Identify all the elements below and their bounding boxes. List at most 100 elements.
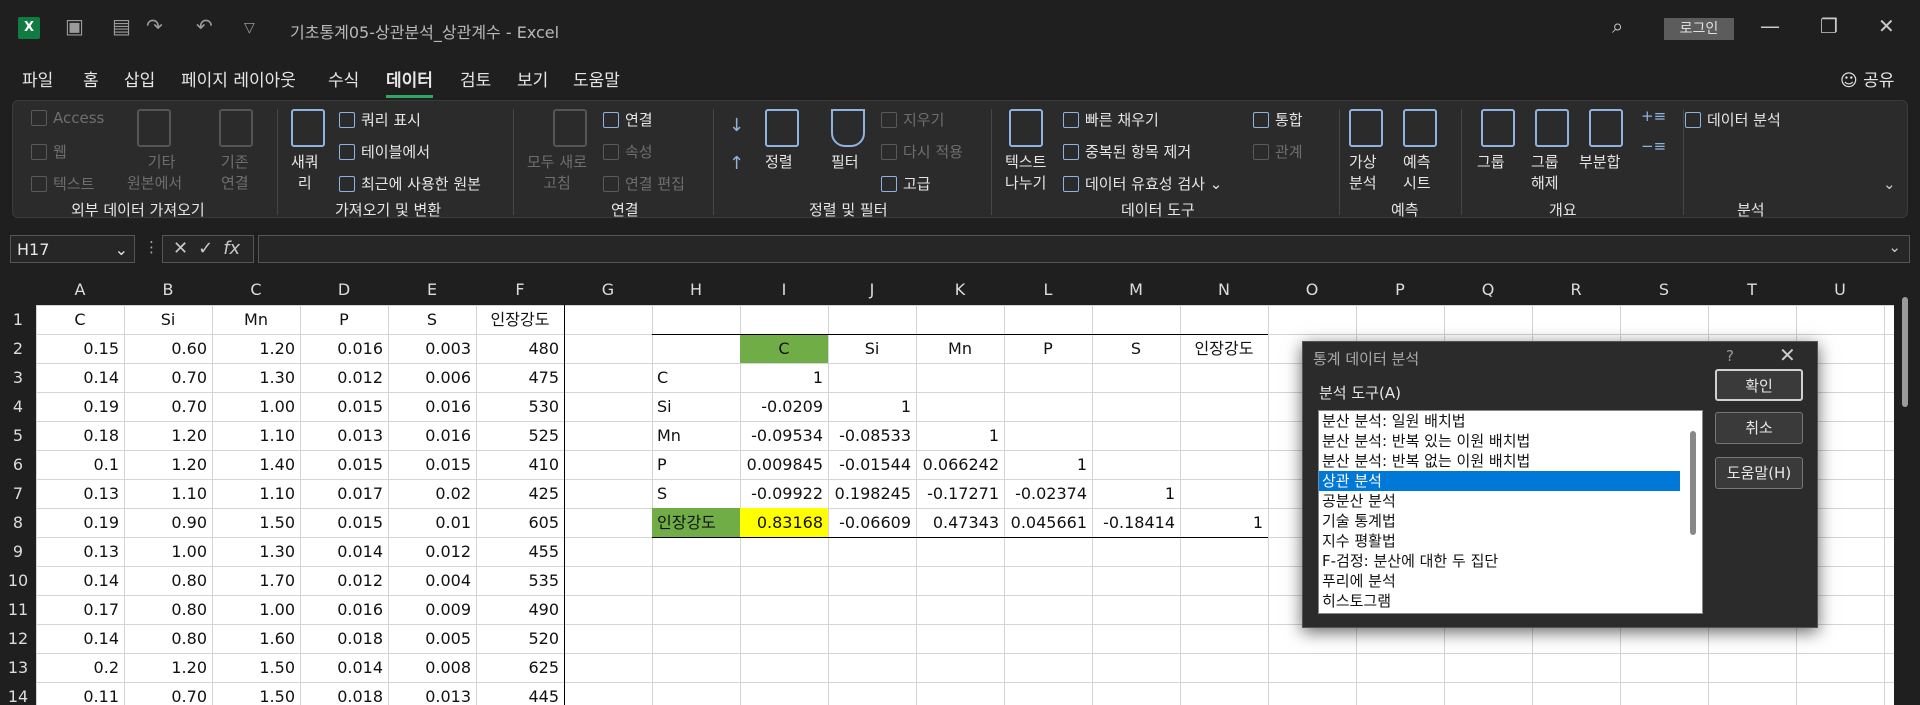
table-cell[interactable]: 1.20 (124, 450, 212, 479)
reapply-button[interactable]: 다시 적용 (881, 141, 963, 162)
row-header[interactable]: 3 (0, 363, 36, 392)
table-cell[interactable]: 1.30 (212, 537, 300, 566)
table-cell[interactable]: 0.017 (300, 479, 388, 508)
table-cell[interactable]: 0.11 (36, 682, 124, 705)
consolidate-button[interactable]: 통합 (1253, 109, 1303, 130)
column-header[interactable]: S (1620, 275, 1708, 305)
minimize-icon[interactable]: — (1760, 14, 1780, 38)
table-cell[interactable]: 455 (476, 537, 564, 566)
corr-cell[interactable]: -0.17271 (916, 479, 1004, 508)
column-header[interactable]: B (124, 275, 212, 305)
show-query-button[interactable]: 쿼리 표시 (339, 109, 421, 130)
tab-home[interactable]: 홈 (83, 66, 99, 91)
ok-button[interactable]: 확인 (1715, 369, 1803, 401)
dialog-help-icon[interactable]: ? (1726, 347, 1734, 365)
analysis-tool-item[interactable]: F-검정: 분산에 대한 두 집단 (1319, 551, 1680, 571)
table-cell[interactable]: 0.006 (388, 363, 476, 392)
row-header[interactable]: 6 (0, 450, 36, 479)
row-header[interactable]: 8 (0, 508, 36, 537)
corr-row-label[interactable]: P (652, 450, 740, 479)
table-cell[interactable]: 425 (476, 479, 564, 508)
corr-corner[interactable] (652, 334, 740, 363)
relationships-button[interactable]: 관계 (1253, 141, 1303, 162)
analysis-tool-item[interactable]: 히스토그램 (1319, 591, 1680, 611)
table-cell[interactable]: 0.018 (300, 682, 388, 705)
data-analysis-button[interactable]: 데이터 분석 (1685, 109, 1781, 130)
row-header[interactable]: 12 (0, 624, 36, 653)
web-button[interactable]: 웹 (31, 141, 67, 162)
column-header[interactable]: R (1532, 275, 1620, 305)
table-cell[interactable]: 1.00 (212, 392, 300, 421)
analysis-tool-item[interactable]: 분산 분석: 반복 있는 이원 배치법 (1319, 431, 1680, 451)
table-cell[interactable]: 0.013 (388, 682, 476, 705)
existing-connections-button[interactable]: 기존 연결 (221, 151, 249, 193)
show-detail-icon[interactable]: +≡ (1641, 107, 1666, 125)
connections-button[interactable]: 연결 (603, 109, 653, 130)
table-cell[interactable]: 0.1 (36, 450, 124, 479)
table-cell[interactable]: 1.10 (212, 479, 300, 508)
corr-cell[interactable]: 1 (1004, 450, 1092, 479)
table-cell[interactable]: 490 (476, 595, 564, 624)
tab-data[interactable]: 데이터 (386, 66, 433, 98)
tab-page-layout[interactable]: 페이지 레이아웃 (181, 66, 296, 91)
hide-detail-icon[interactable]: −≡ (1641, 137, 1666, 155)
table-cell[interactable]: 0.80 (124, 566, 212, 595)
row-header[interactable]: 4 (0, 392, 36, 421)
corr-cell[interactable] (1004, 392, 1092, 421)
name-box[interactable]: H17 ⌄ (10, 235, 135, 263)
corr-cell[interactable]: 0.009845 (740, 450, 828, 479)
table-cell[interactable]: 1.00 (212, 595, 300, 624)
table-cell[interactable]: 0.012 (300, 363, 388, 392)
table-cell[interactable]: 0.19 (36, 392, 124, 421)
table-cell[interactable]: 0.015 (388, 450, 476, 479)
row-header[interactable]: 10 (0, 566, 36, 595)
filter-button[interactable]: 필터 (831, 151, 859, 172)
corr-row-label[interactable]: Mn (652, 421, 740, 450)
analysis-tool-item[interactable]: 분산 분석: 반복 없는 이원 배치법 (1319, 451, 1680, 471)
table-cell[interactable]: 0.015 (300, 392, 388, 421)
column-header[interactable]: A (36, 275, 124, 305)
corr-cell[interactable]: -0.09534 (740, 421, 828, 450)
analysis-tool-item[interactable]: 푸리에 분석 (1319, 571, 1680, 591)
corr-cell[interactable] (1180, 479, 1268, 508)
corr-header[interactable]: Si (828, 334, 916, 363)
row-header[interactable]: 7 (0, 479, 36, 508)
scrollbar-thumb[interactable] (1902, 297, 1908, 407)
table-header[interactable]: S (388, 305, 476, 334)
column-header[interactable]: F (476, 275, 564, 305)
advanced-filter-button[interactable]: 고급 (881, 173, 931, 194)
subtotal-button[interactable]: 부분합 (1579, 151, 1620, 172)
corr-header[interactable]: C (740, 334, 828, 363)
login-button[interactable]: 로그인 (1664, 18, 1734, 40)
corr-cell[interactable] (916, 392, 1004, 421)
row-header[interactable]: 13 (0, 653, 36, 682)
column-header[interactable]: G (564, 275, 652, 305)
table-cell[interactable]: 1.50 (212, 653, 300, 682)
analysis-tool-item[interactable]: 상관 분석 (1319, 471, 1680, 491)
redo-icon[interactable]: ↷ (146, 14, 163, 38)
sort-button[interactable]: 정렬 (765, 151, 793, 172)
corr-cell[interactable]: 1 (828, 392, 916, 421)
corr-cell[interactable] (1092, 363, 1180, 392)
tab-review[interactable]: 검토 (460, 66, 491, 91)
corr-header[interactable]: Mn (916, 334, 1004, 363)
corr-cell[interactable] (1092, 392, 1180, 421)
edit-links-button[interactable]: 연결 편집 (603, 173, 685, 194)
table-header[interactable]: Mn (212, 305, 300, 334)
corr-cell[interactable]: 1 (740, 363, 828, 392)
table-cell[interactable]: 0.004 (388, 566, 476, 595)
search-icon[interactable]: ⌕ (1612, 14, 1623, 38)
row-header[interactable]: 11 (0, 595, 36, 624)
corr-cell[interactable] (1180, 363, 1268, 392)
confirm-icon[interactable]: ✓ (198, 238, 223, 259)
corr-row-label[interactable]: 인장강도 (652, 508, 740, 537)
table-cell[interactable]: 0.014 (300, 537, 388, 566)
expand-formula-icon[interactable]: ⌄ (1888, 238, 1901, 256)
corr-cell[interactable]: 0.066242 (916, 450, 1004, 479)
table-cell[interactable]: 0.005 (388, 624, 476, 653)
column-header[interactable]: E (388, 275, 476, 305)
analysis-tool-item[interactable]: 공분산 분석 (1319, 491, 1680, 511)
table-cell[interactable]: 0.009 (388, 595, 476, 624)
corr-cell[interactable] (828, 363, 916, 392)
clear-filter-button[interactable]: 지우기 (881, 109, 944, 130)
